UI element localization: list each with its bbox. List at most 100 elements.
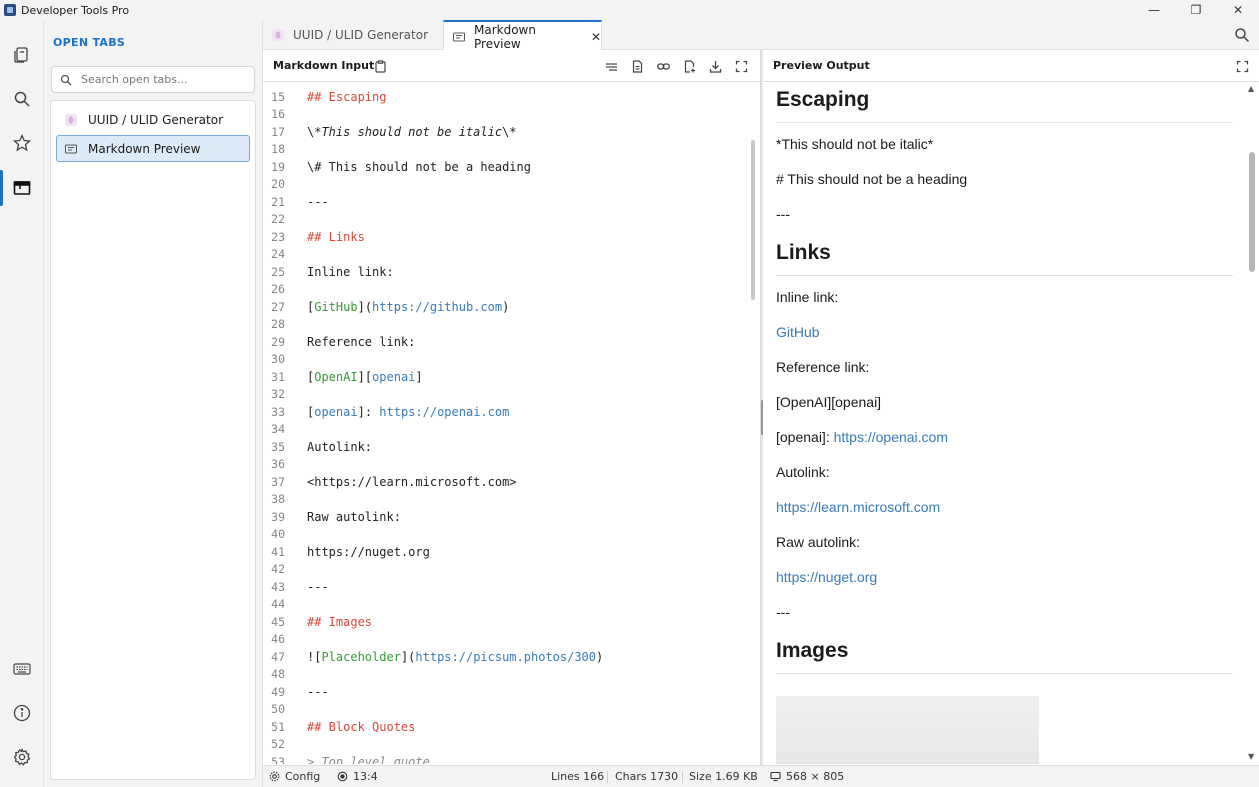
line-number: 16: [271, 107, 285, 121]
preview-pane-header: Preview Output: [763, 50, 1259, 82]
line-number: 23: [271, 229, 285, 244]
search-open-tabs-box[interactable]: [51, 66, 255, 93]
preview-link[interactable]: https://openai.com: [834, 429, 948, 445]
fullscreen-icon[interactable]: [1234, 58, 1250, 74]
code-line[interactable]: 49 ---: [263, 683, 753, 700]
document-icon[interactable]: [629, 58, 645, 74]
code-text: \*This should not be italic\*: [307, 124, 517, 139]
tab-label: UUID / ULID Generator: [293, 28, 429, 42]
code-line[interactable]: 22: [263, 211, 753, 228]
window-icon[interactable]: [0, 170, 44, 206]
code-line[interactable]: 51 ## Block Quotes: [263, 718, 753, 735]
code-line[interactable]: 21 ---: [263, 193, 753, 210]
code-line[interactable]: 52: [263, 736, 753, 753]
link-icon[interactable]: [655, 58, 671, 74]
code-text: https://nuget.org: [307, 544, 430, 559]
scroll-down-icon[interactable]: ▼: [1248, 752, 1254, 761]
code-line[interactable]: 47 ![Placeholder](https://picsum.photos/3…: [263, 648, 753, 665]
code-line[interactable]: 48: [263, 666, 753, 683]
preview-pane-title: Preview Output: [773, 59, 870, 72]
fullscreen-icon[interactable]: [733, 58, 749, 74]
code-line[interactable]: 36: [263, 456, 753, 473]
line-number: 31: [271, 369, 285, 384]
code-line[interactable]: 45 ## Images: [263, 613, 753, 630]
code-line[interactable]: 28: [263, 316, 753, 333]
search-open-tabs-input[interactable]: [81, 73, 241, 86]
search-icon[interactable]: [0, 81, 44, 117]
code-line[interactable]: 44: [263, 596, 753, 613]
code-line[interactable]: 31 [OpenAI][openai]: [263, 368, 753, 385]
line-number: 26: [271, 282, 285, 296]
gear-icon[interactable]: [0, 739, 44, 775]
open-tabs-panel: OPEN TABS UUID / ULID Generator Markdown…: [44, 20, 262, 787]
line-number: 40: [271, 527, 285, 541]
code-line[interactable]: 41 https://nuget.org: [263, 543, 753, 560]
close-window-button[interactable]: ✕: [1217, 0, 1259, 20]
code-line[interactable]: 19 \# This should not be a heading: [263, 158, 753, 175]
code-line[interactable]: 42: [263, 561, 753, 578]
wrap-icon[interactable]: [603, 58, 619, 74]
line-number: 32: [271, 387, 285, 401]
code-line[interactable]: 38: [263, 491, 753, 508]
open-tab-item-uuid[interactable]: UUID / ULID Generator: [56, 106, 250, 133]
code-line[interactable]: 34: [263, 421, 753, 438]
clipboard-icon[interactable]: [372, 58, 388, 74]
activity-bar: [0, 20, 44, 787]
code-line[interactable]: 17 \*This should not be italic\*: [263, 123, 753, 140]
viewport-size-value: 568 × 805: [786, 770, 845, 783]
tab-label: Markdown Preview: [474, 22, 536, 51]
new-file-icon[interactable]: [681, 58, 697, 74]
star-icon[interactable]: [0, 125, 44, 161]
tab-uuid-generator[interactable]: UUID / ULID Generator: [263, 20, 443, 50]
code-line[interactable]: 37 <https://learn.microsoft.com>: [263, 473, 753, 490]
search-icon: [60, 74, 72, 85]
markdown-input-editor[interactable]: 15 ## Escaping 16 17 \*This should not be it…: [263, 82, 760, 764]
code-line[interactable]: 18: [263, 141, 753, 158]
info-icon[interactable]: [0, 695, 44, 731]
tabs-icon[interactable]: [0, 37, 44, 73]
code-text: ## Escaping: [307, 89, 387, 104]
code-line[interactable]: 43 ---: [263, 578, 753, 595]
scroll-up-icon[interactable]: ▲: [1248, 84, 1254, 93]
code-line[interactable]: 35 Autolink:: [263, 438, 753, 455]
preview-link[interactable]: https://learn.microsoft.com: [776, 499, 940, 515]
line-number: 15: [271, 89, 285, 104]
search-icon[interactable]: [1234, 27, 1250, 43]
open-tab-item-markdown[interactable]: Markdown Preview: [56, 135, 250, 162]
preview-link[interactable]: GitHub: [776, 324, 820, 340]
minimize-button[interactable]: —: [1133, 0, 1175, 20]
code-line[interactable]: 23 ## Links: [263, 228, 753, 245]
code-line[interactable]: 26: [263, 281, 753, 298]
maximize-button[interactable]: ❐: [1175, 0, 1217, 20]
code-line[interactable]: 46: [263, 631, 753, 648]
download-icon[interactable]: [707, 58, 723, 74]
uuid-icon: [64, 113, 78, 127]
line-number: 53: [271, 754, 285, 765]
preview-link[interactable]: https://nuget.org: [776, 569, 877, 585]
close-tab-icon[interactable]: ✕: [591, 30, 601, 44]
code-line[interactable]: 39 Raw autolink:: [263, 508, 753, 525]
code-line[interactable]: 16: [263, 106, 753, 123]
code-line[interactable]: 53 > Top level quote: [263, 753, 753, 765]
preview-heading: Images: [776, 639, 849, 662]
status-divider: [607, 771, 608, 783]
config-button[interactable]: Config: [269, 770, 320, 783]
code-line[interactable]: 24: [263, 246, 753, 263]
input-scrollbar-thumb[interactable]: [751, 140, 755, 300]
code-line[interactable]: 50: [263, 701, 753, 718]
keyboard-icon[interactable]: [0, 651, 44, 687]
code-line[interactable]: 33 [openai]: https://openai.com: [263, 403, 753, 420]
uuid-icon: [271, 28, 285, 42]
chars-count: Chars 1730: [615, 770, 679, 783]
preview-scrollbar-thumb[interactable]: [1249, 152, 1255, 272]
tab-markdown-preview[interactable]: Markdown Preview ✕: [443, 20, 602, 51]
code-line[interactable]: 29 Reference link:: [263, 333, 753, 350]
code-line[interactable]: 30: [263, 351, 753, 368]
preview-paragraph: [OpenAI][openai]: [776, 394, 882, 410]
code-line[interactable]: 40: [263, 526, 753, 543]
code-line[interactable]: 20: [263, 176, 753, 193]
code-line[interactable]: 27 [GitHub](https://github.com): [263, 298, 753, 315]
code-line[interactable]: 32: [263, 386, 753, 403]
code-line[interactable]: 15 ## Escaping: [263, 88, 753, 105]
code-line[interactable]: 25 Inline link:: [263, 263, 753, 280]
